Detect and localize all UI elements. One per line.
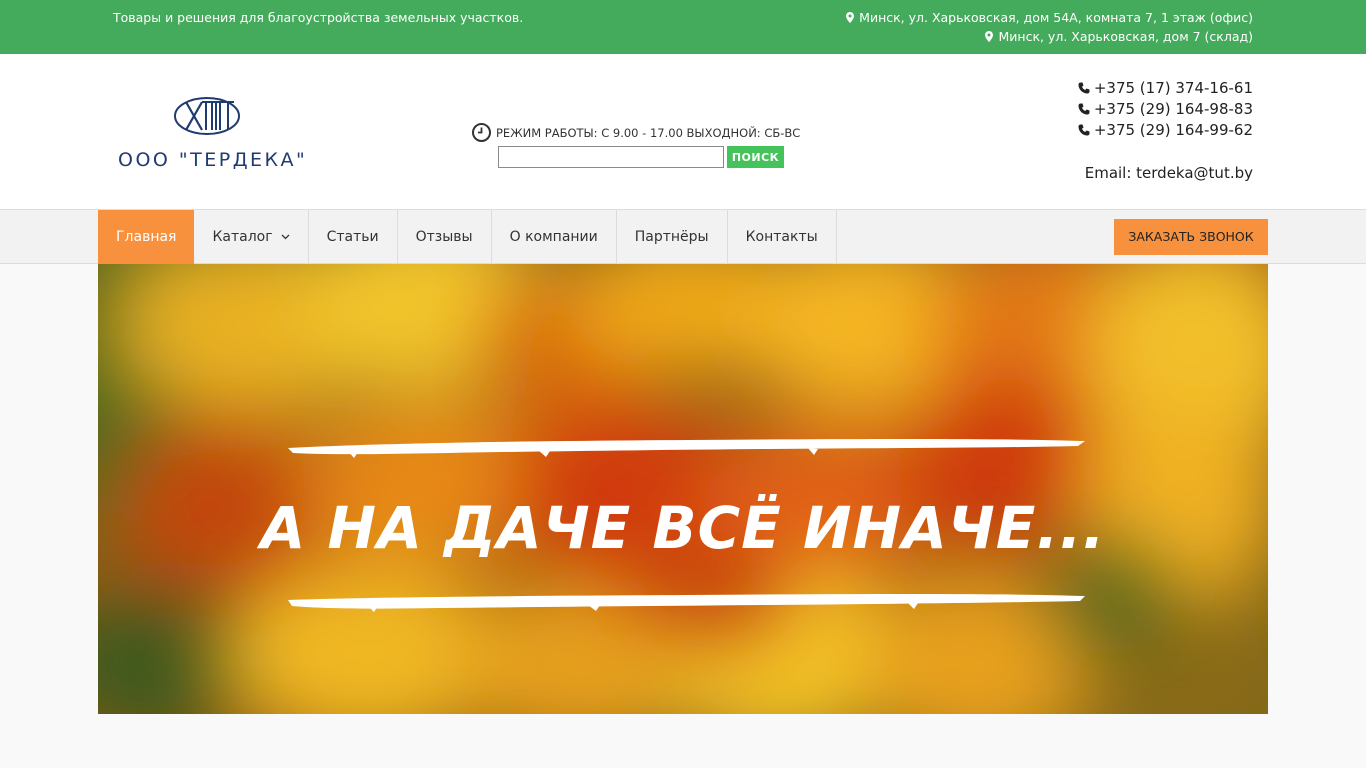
- nav-items: Главная Каталог Статьи Отзывы О компании…: [98, 210, 837, 264]
- top-bar: Товары и решения для благоустройства зем…: [0, 0, 1366, 54]
- nav-item-label: Статьи: [326, 229, 379, 245]
- nav-item-label: Контакты: [745, 229, 818, 245]
- working-hours-text: РЕЖИМ РАБОТЫ: С 9.00 - 17.00 ВЫХОДНОЙ: С…: [496, 126, 801, 140]
- nav-item-label: О компании: [509, 229, 598, 245]
- search-button[interactable]: ПОИСК: [727, 146, 784, 168]
- search-input[interactable]: [498, 146, 724, 168]
- clock-icon: [472, 123, 491, 142]
- map-pin-icon: [846, 12, 855, 23]
- office-address: Минск, ул. Харьковская, дом 54А, комната…: [846, 10, 1253, 25]
- phone-number: +375 (29) 164-99-62: [1093, 121, 1253, 139]
- phone-number: +375 (17) 374-16-61: [1093, 79, 1253, 97]
- hero-banner: А НА ДАЧЕ ВСЁ ИНАЧЕ...: [98, 264, 1268, 714]
- nav-item-label: Главная: [116, 229, 177, 245]
- working-hours: РЕЖИМ РАБОТЫ: С 9.00 - 17.00 ВЫХОДНОЙ: С…: [472, 123, 800, 142]
- nav-item-contacts[interactable]: Контакты: [728, 210, 837, 264]
- nav-item-partners[interactable]: Партнёры: [617, 210, 728, 264]
- request-call-button[interactable]: ЗАКАЗАТЬ ЗВОНОК: [1114, 219, 1268, 255]
- phone-icon: [1078, 103, 1090, 115]
- chevron-down-icon: [281, 234, 290, 240]
- phone-item[interactable]: +375 (29) 164-99-62: [1078, 121, 1253, 142]
- hero-background-image: [98, 264, 1268, 714]
- hero-title: А НА ДАЧЕ ВСЁ ИНАЧЕ...: [260, 494, 1106, 562]
- office-address-text: Минск, ул. Харьковская, дом 54А, комната…: [859, 10, 1253, 25]
- logo-text: ООО "ТЕРДЕКА": [118, 149, 308, 171]
- phone-item[interactable]: +375 (17) 374-16-61: [1078, 79, 1253, 100]
- logo-emblem-icon: [174, 97, 240, 135]
- email-link[interactable]: Email: terdeka@tut.by: [1085, 164, 1253, 182]
- nav-item-label: Партнёры: [634, 229, 709, 245]
- warehouse-address: Минск, ул. Харьковская, дом 7 (склад): [985, 29, 1253, 44]
- phone-icon: [1078, 82, 1090, 94]
- site-header: ООО "ТЕРДЕКА" РЕЖИМ РАБОТЫ: С 9.00 - 17.…: [0, 54, 1366, 209]
- decorative-brush-stroke: [288, 439, 1085, 458]
- nav-item-articles[interactable]: Статьи: [309, 210, 398, 264]
- nav-item-reviews[interactable]: Отзывы: [398, 210, 492, 264]
- site-tagline: Товары и решения для благоустройства зем…: [113, 10, 524, 25]
- nav-item-label: Каталог: [212, 229, 273, 245]
- phone-icon: [1078, 124, 1090, 136]
- map-pin-icon: [985, 31, 994, 42]
- decorative-brush-stroke: [288, 594, 1085, 612]
- phone-number: +375 (29) 164-98-83: [1093, 100, 1253, 118]
- nav-item-catalog[interactable]: Каталог: [194, 210, 309, 264]
- main-nav: Главная Каталог Статьи Отзывы О компании…: [0, 209, 1366, 264]
- warehouse-address-text: Минск, ул. Харьковская, дом 7 (склад): [998, 29, 1253, 44]
- phone-item[interactable]: +375 (29) 164-98-83: [1078, 100, 1253, 121]
- phone-list: +375 (17) 374-16-61 +375 (29) 164-98-83 …: [1078, 79, 1253, 142]
- nav-item-home[interactable]: Главная: [98, 210, 195, 264]
- company-logo[interactable]: ООО "ТЕРДЕКА": [116, 94, 305, 174]
- nav-item-about[interactable]: О компании: [492, 210, 617, 264]
- nav-item-label: Отзывы: [415, 229, 473, 245]
